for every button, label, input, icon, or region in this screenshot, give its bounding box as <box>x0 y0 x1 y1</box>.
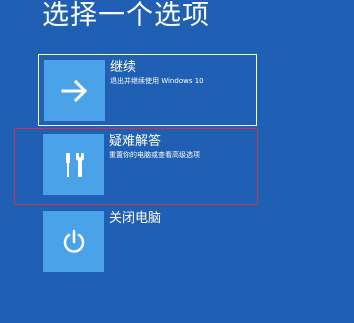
turn-off-text: 关闭电脑 <box>109 211 161 226</box>
turn-off-tile[interactable] <box>43 211 104 272</box>
arrow-right-icon <box>61 79 87 102</box>
continue-description: 退出并继续使用 Windows 10 <box>110 77 204 85</box>
troubleshoot-description: 重置你的电脑或查看高级选项 <box>109 151 200 159</box>
continue-option[interactable]: 继续 退出并继续使用 Windows 10 <box>38 54 257 126</box>
troubleshoot-label: 疑难解答 <box>109 134 162 149</box>
continue-tile[interactable] <box>44 60 105 121</box>
turn-off-option[interactable]: 关闭电脑 <box>38 211 257 275</box>
continue-label: 继续 <box>110 60 137 75</box>
troubleshoot-option[interactable]: 疑难解答 重置你的电脑或查看高级选项 <box>38 134 257 200</box>
troubleshoot-tile[interactable] <box>43 134 104 195</box>
power-icon <box>63 229 84 253</box>
continue-text: 继续 退出并继续使用 Windows 10 <box>110 60 204 86</box>
troubleshoot-text: 疑难解答 重置你的电脑或查看高级选项 <box>109 134 200 160</box>
page-title: 选择一个选项 <box>42 0 210 31</box>
tools-icon <box>65 152 84 177</box>
turn-off-label: 关闭电脑 <box>109 211 162 226</box>
